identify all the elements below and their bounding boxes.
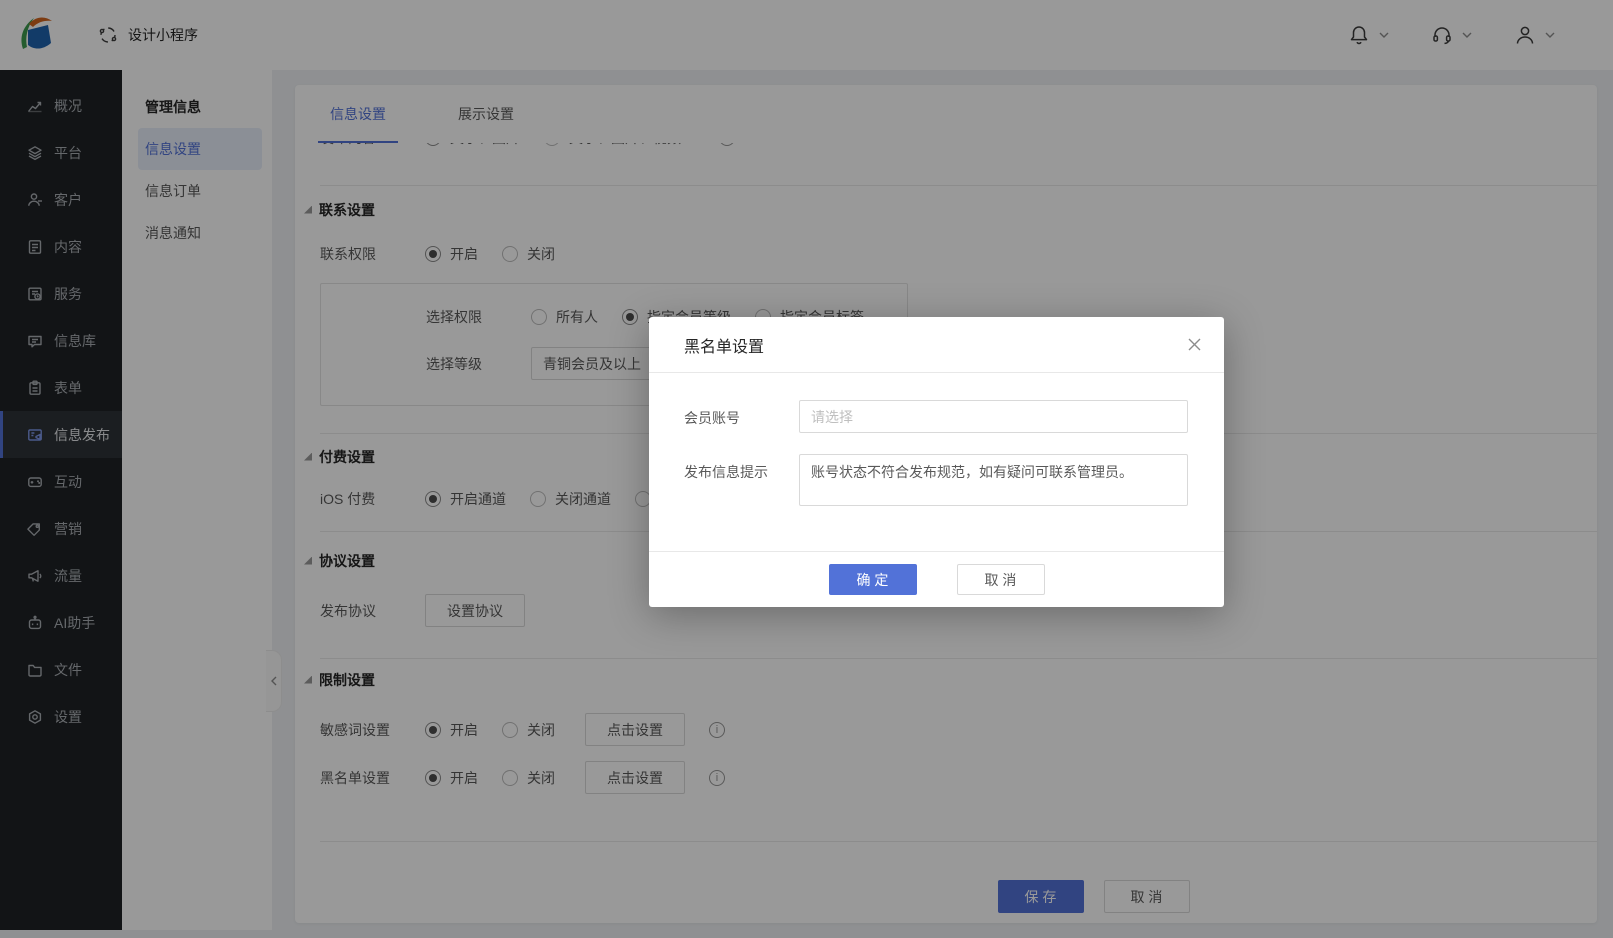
- modal-title: 黑名单设置: [684, 333, 764, 357]
- member-account-input[interactable]: [799, 400, 1188, 433]
- publish-tip-textarea[interactable]: 账号状态不符合发布规范，如有疑问可联系管理员。: [799, 454, 1188, 506]
- modal-footer: 确 定 取 消: [649, 551, 1224, 607]
- modal-cancel-button[interactable]: 取 消: [957, 564, 1045, 595]
- field-label: 发布信息提示: [684, 454, 799, 506]
- modal-header: 黑名单设置: [649, 317, 1224, 373]
- publish-tip-row: 发布信息提示 账号状态不符合发布规范，如有疑问可联系管理员。: [684, 454, 1200, 506]
- blacklist-settings-modal: 黑名单设置 会员账号 发布信息提示 账号状态不符合发布规范，如有疑问可联系管理员…: [649, 317, 1224, 607]
- modal-body: 会员账号 发布信息提示 账号状态不符合发布规范，如有疑问可联系管理员。: [649, 373, 1224, 506]
- field-label: 会员账号: [684, 400, 799, 433]
- member-account-row: 会员账号: [684, 400, 1200, 433]
- close-icon: [1187, 337, 1202, 352]
- confirm-button[interactable]: 确 定: [829, 564, 917, 595]
- close-button[interactable]: [1183, 333, 1206, 356]
